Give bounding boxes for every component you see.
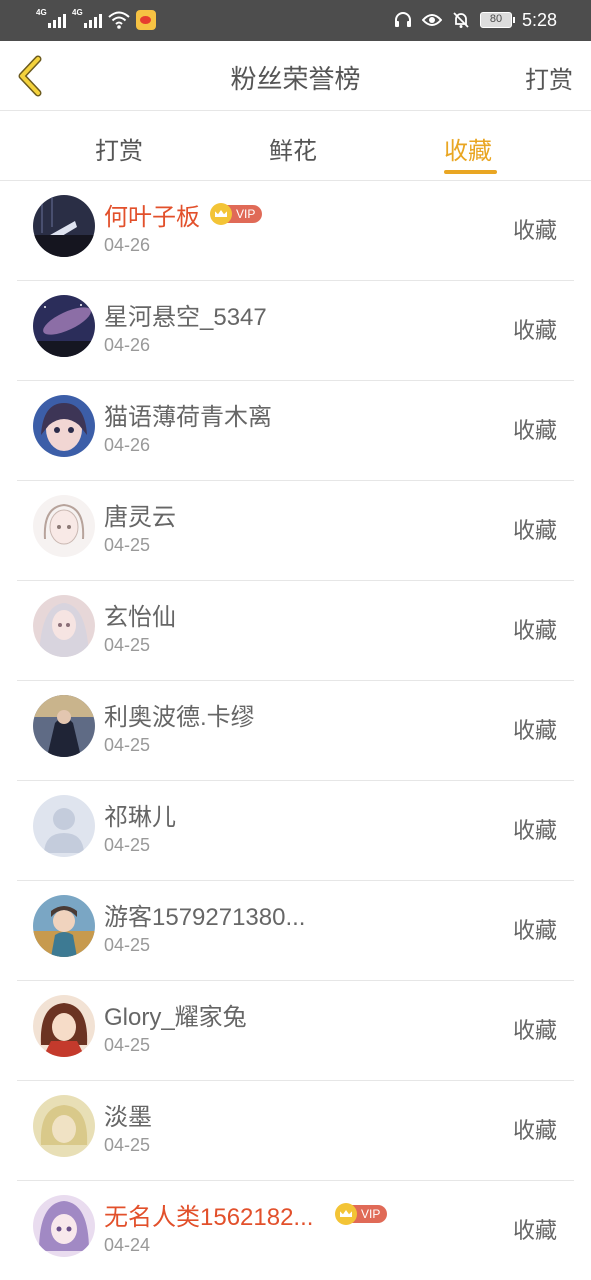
fan-name: 游客1579271380... bbox=[104, 904, 306, 931]
reward-button[interactable]: 打赏 bbox=[525, 60, 573, 95]
list-item[interactable]: 淡墨 04-25 收藏 bbox=[17, 1081, 574, 1181]
avatar bbox=[33, 395, 95, 457]
fan-action-label: 收藏 bbox=[512, 218, 557, 243]
crown-icon bbox=[335, 1203, 357, 1225]
fan-action-label: 收藏 bbox=[512, 718, 557, 743]
fan-name: 淡墨 bbox=[104, 1104, 152, 1131]
status-time: 5:28 bbox=[521, 9, 557, 30]
signal-icon: 4G bbox=[72, 8, 102, 30]
fan-action-label: 收藏 bbox=[512, 618, 557, 643]
battery-icon: 80 bbox=[479, 12, 515, 28]
tab-reward[interactable]: 打赏 bbox=[95, 131, 143, 166]
tab-bar: 打赏 鲜花 收藏 bbox=[0, 111, 591, 181]
fan-date: 04-26 bbox=[104, 235, 151, 255]
avatar bbox=[33, 795, 95, 857]
avatar bbox=[33, 995, 95, 1057]
wifi-icon bbox=[108, 11, 130, 29]
vip-badge: VIP bbox=[210, 203, 263, 225]
fan-action-label: 收藏 bbox=[512, 818, 557, 843]
fan-date: 04-25 bbox=[104, 535, 151, 555]
fan-action-label: 收藏 bbox=[512, 418, 557, 443]
eye-icon bbox=[421, 14, 442, 26]
fan-action-label: 收藏 bbox=[512, 518, 557, 543]
fan-action-label: 收藏 bbox=[512, 318, 557, 343]
fan-name: 唐灵云 bbox=[104, 504, 176, 531]
fan-date: 04-26 bbox=[104, 435, 151, 455]
signal-icon: 4G bbox=[36, 8, 66, 30]
fan-action-label: 收藏 bbox=[512, 1218, 557, 1243]
headphones-icon bbox=[394, 12, 411, 27]
vip-badge: VIP bbox=[335, 1203, 388, 1225]
fan-action-label: 收藏 bbox=[512, 1018, 557, 1043]
list-item[interactable]: 何叶子板 VIP 04-26 收藏 bbox=[17, 181, 574, 281]
fan-date: 04-25 bbox=[104, 1135, 151, 1155]
fan-date: 04-25 bbox=[104, 935, 151, 955]
avatar bbox=[33, 295, 95, 357]
fan-date: 04-25 bbox=[104, 1035, 151, 1055]
fan-date: 04-25 bbox=[104, 735, 151, 755]
active-tab-indicator bbox=[444, 170, 497, 174]
avatar bbox=[33, 1195, 95, 1257]
avatar bbox=[33, 1095, 95, 1157]
fan-name: 玄怡仙 bbox=[104, 604, 176, 631]
list-item[interactable]: 祁琳儿 04-25 收藏 bbox=[17, 781, 574, 881]
fan-name: Glory_耀家兔 bbox=[104, 1004, 247, 1031]
fan-list: 何叶子板 VIP 04-26 收藏 星河悬空_5347 04-26 收藏 猫语薄… bbox=[17, 181, 574, 1280]
list-item[interactable]: 玄怡仙 04-25 收藏 bbox=[17, 581, 574, 681]
list-item[interactable]: 猫语薄荷青木离 04-26 收藏 bbox=[17, 381, 574, 481]
network-type-2: 4G bbox=[72, 8, 83, 17]
page-title: 粉丝荣誉榜 bbox=[230, 64, 361, 94]
avatar bbox=[33, 595, 95, 657]
crown-icon bbox=[210, 203, 232, 225]
fan-name: 星河悬空_5347 bbox=[104, 304, 267, 331]
network-type-1: 4G bbox=[36, 8, 47, 17]
fan-action-label: 收藏 bbox=[512, 1118, 557, 1143]
avatar bbox=[33, 895, 95, 957]
fan-date: 04-25 bbox=[104, 635, 151, 655]
list-item[interactable]: 星河悬空_5347 04-26 收藏 bbox=[17, 281, 574, 381]
fan-name: 何叶子板 bbox=[104, 204, 200, 231]
status-left: 4G 4G bbox=[36, 8, 156, 30]
tab-favorites[interactable]: 收藏 bbox=[444, 131, 492, 166]
fan-name: 祁琳儿 bbox=[104, 804, 176, 831]
avatar bbox=[33, 495, 95, 557]
fan-name: 利奥波德.卡缪 bbox=[104, 704, 255, 731]
header: 粉丝荣誉榜 打赏 bbox=[0, 41, 591, 111]
avatar bbox=[33, 695, 95, 757]
list-item[interactable]: 唐灵云 04-25 收藏 bbox=[17, 481, 574, 581]
weibo-icon bbox=[136, 10, 156, 30]
mute-bell-icon bbox=[453, 12, 469, 28]
fan-action-label: 收藏 bbox=[512, 918, 557, 943]
status-bar: 4G 4G 80 5:28 bbox=[0, 0, 591, 41]
fan-name: 无名人类1562182... bbox=[104, 1204, 314, 1231]
fan-date: 04-24 bbox=[104, 1235, 151, 1255]
avatar bbox=[33, 195, 95, 257]
list-item[interactable]: 游客1579271380... 04-25 收藏 bbox=[17, 881, 574, 981]
list-item[interactable]: Glory_耀家兔 04-25 收藏 bbox=[17, 981, 574, 1081]
fan-date: 04-26 bbox=[104, 335, 151, 355]
list-item[interactable]: 无名人类1562182... VIP 04-24 收藏 bbox=[17, 1181, 574, 1280]
fan-name: 猫语薄荷青木离 bbox=[104, 404, 272, 431]
status-right: 80 5:28 bbox=[394, 8, 557, 32]
fan-date: 04-25 bbox=[104, 835, 151, 855]
tab-flowers[interactable]: 鲜花 bbox=[269, 131, 317, 166]
list-item[interactable]: 利奥波德.卡缪 04-25 收藏 bbox=[17, 681, 574, 781]
